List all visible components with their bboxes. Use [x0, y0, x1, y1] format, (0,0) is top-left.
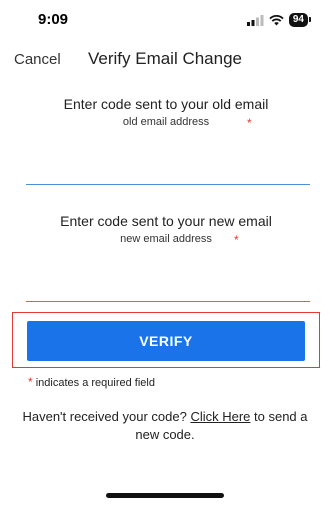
old-email-sublabel-text: old email address [122, 116, 210, 128]
required-note-text: indicates a required field [32, 377, 155, 389]
old-email-sublabel: old email address * [26, 116, 306, 130]
verify-button-highlight: VERIFY [12, 312, 320, 368]
new-email-code-input[interactable] [26, 265, 310, 302]
required-asterisk: * [234, 233, 239, 247]
new-email-sublabel: new email address * [26, 233, 306, 247]
home-indicator [106, 493, 224, 498]
signal-icon [246, 14, 264, 26]
required-field-note: * indicates a required field [28, 375, 155, 389]
status-icons: 94 [246, 13, 312, 27]
cancel-button[interactable]: Cancel [14, 51, 61, 68]
status-time: 9:09 [38, 11, 69, 28]
old-email-code-input[interactable] [26, 148, 310, 185]
resend-code-link[interactable]: Click Here [190, 409, 250, 424]
new-email-code-label: Enter code sent to your new email [60, 213, 272, 229]
status-bar: 9:09 94 [0, 0, 330, 40]
new-email-code-field: Enter code sent to your new email new em… [26, 213, 310, 302]
resend-prefix: Haven't received your code? [22, 409, 191, 424]
required-asterisk: * [247, 116, 252, 130]
new-email-sublabel-text: new email address [120, 233, 212, 245]
navigation-bar: Verify Email Change Cancel [0, 44, 330, 74]
battery-icon: 94 [288, 13, 312, 27]
resend-code-message: Haven't received your code? Click Here t… [20, 408, 310, 444]
old-email-code-field: Enter code sent to your old email old em… [26, 96, 310, 185]
old-email-code-label: Enter code sent to your old email [63, 96, 269, 112]
verify-button[interactable]: VERIFY [27, 321, 305, 361]
wifi-icon [269, 14, 284, 25]
